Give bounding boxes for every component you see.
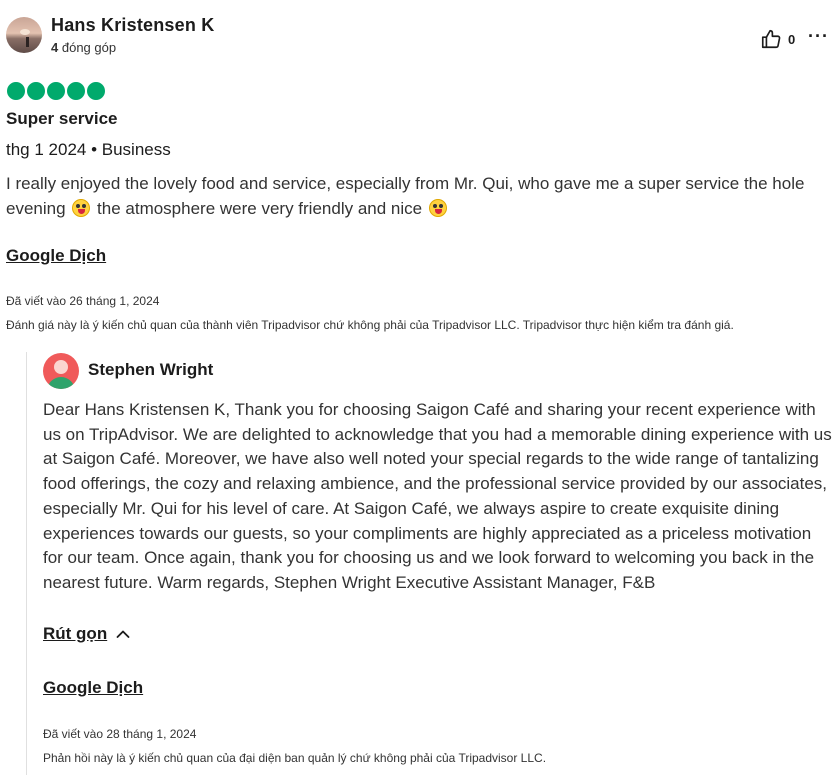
bubble-rating bbox=[7, 82, 105, 100]
grinning-face-emoji-icon bbox=[72, 199, 91, 217]
helpful-vote-button[interactable]: 0 bbox=[760, 28, 795, 50]
avatar-head bbox=[54, 360, 68, 374]
review-body: I really enjoyed the lovely food and ser… bbox=[6, 171, 834, 221]
grinning-face-emoji-icon bbox=[428, 199, 447, 217]
avatar-shoulders bbox=[47, 377, 75, 389]
rating-bubble-icon bbox=[67, 82, 85, 100]
chevron-up-icon bbox=[116, 630, 130, 638]
contributions-count: 4 bbox=[51, 40, 59, 55]
reviewer-avatar[interactable] bbox=[6, 17, 42, 53]
rating-bubble-icon bbox=[87, 82, 105, 100]
review-title: Super service bbox=[6, 109, 118, 128]
review-written-date: Đã viết vào 26 tháng 1, 2024 bbox=[6, 294, 160, 308]
response-written-date: Đã viết vào 28 tháng 1, 2024 bbox=[43, 727, 197, 741]
responder-avatar[interactable] bbox=[43, 353, 79, 389]
review-body-part2: the atmosphere were very friendly and ni… bbox=[97, 199, 423, 218]
collapse-label: Rút gọn bbox=[43, 624, 108, 643]
collapse-button[interactable]: Rút gọn bbox=[43, 624, 131, 644]
visit-meta: thg 1 2024 • Business bbox=[6, 140, 171, 159]
response-divider bbox=[26, 352, 27, 775]
helpful-count: 0 bbox=[788, 31, 796, 47]
avatar-sun bbox=[20, 29, 30, 35]
rating-bubble-icon bbox=[7, 82, 25, 100]
response-body: Dear Hans Kristensen K, Thank you for ch… bbox=[43, 400, 832, 592]
google-translate-link[interactable]: Google Dịch bbox=[6, 246, 106, 266]
review-disclaimer: Đánh giá này là ý kiến chủ quan của thàn… bbox=[6, 318, 734, 332]
rating-bubble-icon bbox=[27, 82, 45, 100]
rating-bubble-icon bbox=[47, 82, 65, 100]
contributions-label: đóng góp bbox=[61, 40, 117, 55]
avatar-figure bbox=[26, 37, 29, 47]
contributions: 4 đóng góp bbox=[51, 40, 116, 55]
responder-name[interactable]: Stephen Wright bbox=[88, 360, 213, 380]
thumbs-up-icon bbox=[761, 29, 781, 49]
reviewer-name[interactable]: Hans Kristensen K bbox=[51, 15, 214, 36]
response-disclaimer: Phản hồi này là ý kiến chủ quan của đại … bbox=[43, 751, 547, 765]
response-google-translate-link[interactable]: Google Dịch bbox=[43, 678, 143, 698]
more-options-icon[interactable]: ··· bbox=[808, 26, 829, 47]
